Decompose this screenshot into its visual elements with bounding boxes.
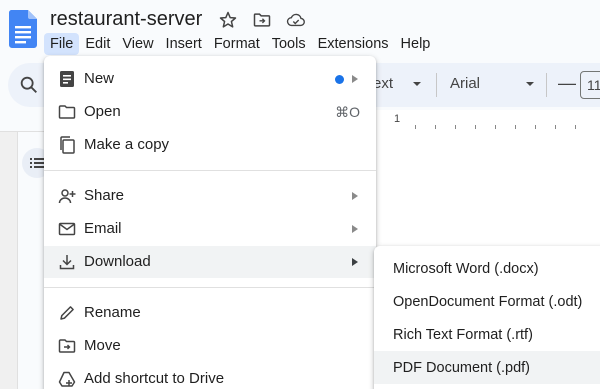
menu-item-label: Rename <box>84 304 141 321</box>
download-option-label: Rich Text Format (.rtf) <box>393 327 533 343</box>
pencil-icon <box>60 306 74 320</box>
menu-item-share[interactable]: Share <box>44 180 376 212</box>
font-family-dropdown[interactable]: Arial <box>450 75 480 92</box>
ruler-tick <box>435 125 436 129</box>
submenu-arrow-icon <box>352 75 358 83</box>
download-submenu: Microsoft Word (.docx) OpenDocument Form… <box>374 246 600 389</box>
download-icon <box>59 255 75 270</box>
google-docs-logo-icon[interactable] <box>9 10 37 48</box>
ruler-tick <box>455 125 456 129</box>
app-header: restaurant-server File Edit View Insert … <box>0 0 600 56</box>
menu-item-label: Move <box>84 337 121 354</box>
menu-divider <box>44 170 376 171</box>
submenu-arrow-icon <box>352 258 358 266</box>
menu-extensions[interactable]: Extensions <box>312 33 395 55</box>
download-option-label: OpenDocument Format (.odt) <box>393 294 583 310</box>
menu-bar: File Edit View Insert Format Tools Exten… <box>44 33 436 55</box>
menu-item-rename[interactable]: Rename <box>44 297 376 329</box>
ruler-tick <box>535 125 536 129</box>
menu-item-move[interactable]: Move <box>44 330 376 362</box>
menu-view[interactable]: View <box>116 33 159 55</box>
menu-item-email[interactable]: Email <box>44 213 376 245</box>
menu-item-add-shortcut-to-drive[interactable]: Add shortcut to Drive <box>44 363 376 389</box>
new-feature-dot <box>335 75 344 84</box>
title-actions <box>218 10 306 30</box>
folder-icon <box>58 105 76 119</box>
menu-item-label: Download <box>84 253 151 270</box>
download-option-rtf[interactable]: Rich Text Format (.rtf) <box>374 318 600 351</box>
star-icon[interactable] <box>218 10 238 30</box>
ruler-tick <box>415 125 416 129</box>
menu-item-label: Open <box>84 103 121 120</box>
font-size-input[interactable]: 11 <box>580 71 600 99</box>
document-new-icon <box>60 71 74 87</box>
shortcut-label: ⌘O <box>335 104 360 120</box>
menu-insert[interactable]: Insert <box>160 33 208 55</box>
submenu-arrow-icon <box>352 192 358 200</box>
paragraph-style-dropdown[interactable]: ext <box>373 75 393 92</box>
vertical-ruler[interactable] <box>0 132 18 389</box>
move-folder-icon <box>58 339 76 353</box>
menu-item-label: New <box>84 70 115 87</box>
download-option-docx[interactable]: Microsoft Word (.docx) <box>374 252 600 285</box>
download-option-pdf[interactable]: PDF Document (.pdf) <box>374 351 600 384</box>
menu-item-label: Add shortcut to Drive <box>84 370 225 387</box>
decrease-font-size-button[interactable]: — <box>558 73 576 94</box>
ruler-number: 1 <box>394 113 401 125</box>
submenu-arrow-icon <box>352 225 358 233</box>
caret-down-icon[interactable] <box>525 79 535 89</box>
menu-file[interactable]: File <box>44 33 80 55</box>
menu-item-new[interactable]: New <box>44 63 376 95</box>
ruler-tick <box>575 125 576 129</box>
download-option-label: Microsoft Word (.docx) <box>393 261 539 277</box>
search-menus-icon[interactable] <box>18 74 40 96</box>
ruler-tick <box>515 125 516 129</box>
ruler-active-area: 1 <box>375 110 600 132</box>
toolbar-divider <box>436 73 437 97</box>
ruler-tick <box>555 125 556 129</box>
download-option-odt[interactable]: OpenDocument Format (.odt) <box>374 285 600 318</box>
menu-format[interactable]: Format <box>208 33 266 55</box>
menu-tools[interactable]: Tools <box>266 33 312 55</box>
menu-item-download[interactable]: Download <box>44 246 376 278</box>
person-add-icon <box>58 189 76 204</box>
menu-help[interactable]: Help <box>395 33 437 55</box>
document-title[interactable]: restaurant-server <box>50 8 202 31</box>
menu-divider <box>44 287 376 288</box>
download-option-label: PDF Document (.pdf) <box>393 360 530 376</box>
caret-down-icon[interactable] <box>412 79 422 89</box>
menu-item-label: Email <box>84 220 122 237</box>
menu-item-label: Share <box>84 187 125 204</box>
move-folder-icon[interactable] <box>252 10 272 30</box>
toolbar-divider <box>546 73 547 97</box>
menu-item-open[interactable]: Open ⌘O <box>44 96 376 128</box>
list-icon <box>30 158 44 168</box>
file-menu-dropdown: New Open ⌘O Make a copy Share Email Down… <box>44 56 376 389</box>
cloud-saved-icon[interactable] <box>286 10 306 30</box>
mail-icon <box>58 222 76 236</box>
ruler-tick <box>495 125 496 129</box>
ruler-tick <box>475 125 476 129</box>
menu-item-label: Make a copy <box>84 136 170 153</box>
drive-add-icon <box>58 371 76 387</box>
menu-edit[interactable]: Edit <box>79 33 116 55</box>
menu-item-make-a-copy[interactable]: Make a copy <box>44 129 376 161</box>
copy-icon <box>60 136 75 154</box>
